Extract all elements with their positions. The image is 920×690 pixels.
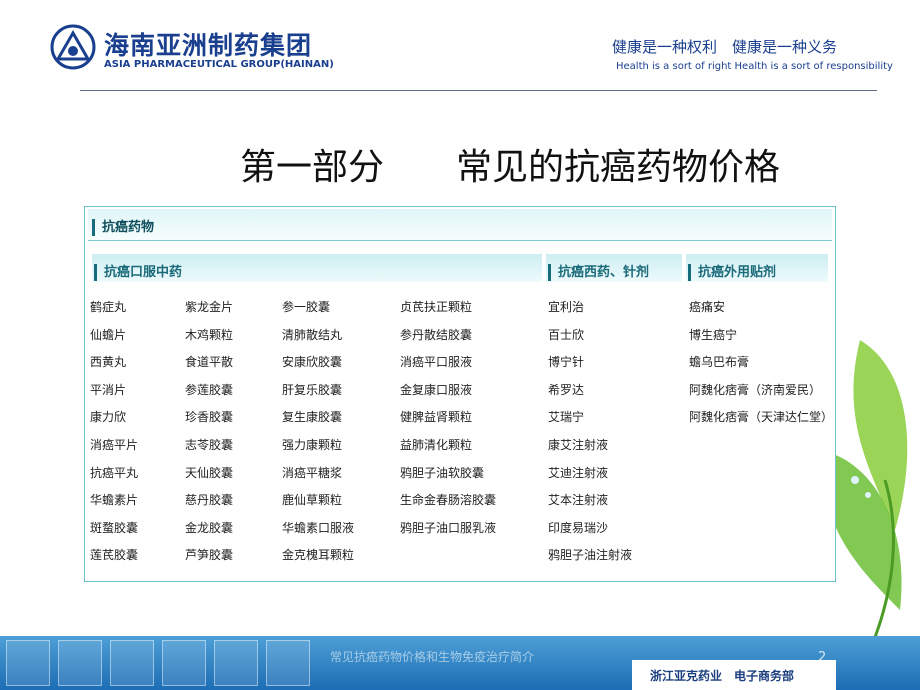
drug-item[interactable]: 蟾乌巴布膏	[689, 349, 833, 377]
drug-item[interactable]: 康艾注射液	[548, 432, 632, 460]
drug-column-3: 参一胶囊 清肺散结丸 安康欣胶囊 肝复乐胶囊 复生康胶囊 强力康颗粒 消癌平糖浆…	[282, 294, 354, 570]
drug-item[interactable]: 金克槐耳颗粒	[282, 542, 354, 570]
section-title-text: 抗癌外用贴剂	[698, 265, 777, 280]
drug-item[interactable]: 慈丹胶囊	[185, 487, 233, 515]
drug-item[interactable]: 鸦胆子油口服乳液	[400, 515, 496, 543]
drug-item[interactable]: 艾迪注射液	[548, 460, 632, 488]
drug-item[interactable]: 健脾益肾颗粒	[400, 404, 496, 432]
drug-item[interactable]: 紫龙金片	[185, 294, 233, 322]
drug-item[interactable]: 金复康口服液	[400, 377, 496, 405]
drug-item[interactable]: 希罗达	[548, 377, 632, 405]
drug-item[interactable]: 鸦胆子油软胶囊	[400, 460, 496, 488]
drug-item[interactable]: 艾瑞宁	[548, 404, 632, 432]
drug-item[interactable]: 西黄丸	[90, 349, 138, 377]
athlete-figure-icon	[58, 640, 102, 686]
drug-item[interactable]: 芦笋胶囊	[185, 542, 233, 570]
drug-column-2: 紫龙金片 木鸡颗粒 食道平散 参莲胶囊 珍香胶囊 志苓胶囊 天仙胶囊 慈丹胶囊 …	[185, 294, 233, 570]
panel-title-text: 抗癌药物	[102, 220, 155, 235]
drug-item[interactable]: 消癌平糖浆	[282, 460, 354, 488]
drug-item[interactable]: 仙蟾片	[90, 322, 138, 350]
athlete-figure-icon	[6, 640, 50, 686]
company-name-cn: 海南亚洲制药集团	[104, 31, 313, 60]
drug-column-1: 鹤症丸 仙蟾片 西黄丸 平消片 康力欣 消癌平片 抗癌平丸 华蟾素片 斑蝥胶囊 …	[90, 294, 138, 570]
slide-title: 第一部分 常见的抗癌药物价格	[240, 147, 781, 188]
drug-item[interactable]: 癌痛安	[689, 294, 833, 322]
drug-item[interactable]: 康力欣	[90, 404, 138, 432]
drug-item[interactable]: 复生康胶囊	[282, 404, 354, 432]
drug-item[interactable]: 博生癌宁	[689, 322, 833, 350]
drug-item[interactable]: 宜利治	[548, 294, 632, 322]
header-divider	[80, 90, 877, 91]
slogan-cn: 健康是一种权利 健康是一种义务	[612, 38, 838, 56]
drug-item[interactable]: 鸦胆子油注射液	[548, 542, 632, 570]
drug-item[interactable]: 博宁针	[548, 349, 632, 377]
slogan-en: Health is a sort of right Health is a so…	[616, 61, 893, 72]
section-title-text: 抗癌口服中药	[104, 265, 183, 280]
athlete-figure-icon	[110, 640, 154, 686]
drug-item[interactable]: 斑蝥胶囊	[90, 515, 138, 543]
drug-item[interactable]: 木鸡颗粒	[185, 322, 233, 350]
drug-item[interactable]: 印度易瑞沙	[548, 515, 632, 543]
footer-company-tag: 浙江亚克药业 电子商务部	[632, 660, 836, 690]
athlete-figure-icon	[162, 640, 206, 686]
panel-header-bar	[88, 209, 832, 241]
drug-column-6: 癌痛安 博生癌宁 蟾乌巴布膏 阿魏化痞膏（济南爱民） 阿魏化痞膏（天津达仁堂）	[689, 294, 833, 432]
section-title-text: 抗癌西药、针剂	[558, 265, 650, 280]
drug-item[interactable]: 艾本注射液	[548, 487, 632, 515]
drug-item[interactable]: 莲芪胶囊	[90, 542, 138, 570]
drug-column-4: 贞芪扶正颗粒 参丹散结胶囊 消癌平口服液 金复康口服液 健脾益肾颗粒 益肺清化颗…	[400, 294, 496, 542]
drug-item[interactable]: 阿魏化痞膏（天津达仁堂）	[689, 404, 833, 432]
drug-item[interactable]: 华蟾素片	[90, 487, 138, 515]
drug-item[interactable]: 强力康颗粒	[282, 432, 354, 460]
section-title-western-injection: 抗癌西药、针剂	[548, 261, 649, 281]
company-name-en: ASIA PHARMACEUTICAL GROUP(HAINAN)	[104, 59, 334, 70]
drug-item[interactable]: 天仙胶囊	[185, 460, 233, 488]
athlete-figure-icon	[214, 640, 258, 686]
company-logo-icon	[50, 24, 96, 70]
section-title-chinese-oral: 抗癌口服中药	[94, 261, 182, 281]
drug-item[interactable]: 珍香胶囊	[185, 404, 233, 432]
drug-item[interactable]: 益肺清化颗粒	[400, 432, 496, 460]
drug-item[interactable]: 阿魏化痞膏（济南爱民）	[689, 377, 833, 405]
drug-item[interactable]: 生命金春肠溶胶囊	[400, 487, 496, 515]
drug-item[interactable]: 清肺散结丸	[282, 322, 354, 350]
drug-item[interactable]: 肝复乐胶囊	[282, 377, 354, 405]
drug-item[interactable]: 百士欣	[548, 322, 632, 350]
footer-company-tag-text: 浙江亚克药业 电子商务部	[650, 669, 795, 683]
drug-item[interactable]: 鹿仙草颗粒	[282, 487, 354, 515]
drug-item[interactable]: 志苓胶囊	[185, 432, 233, 460]
drug-item[interactable]: 平消片	[90, 377, 138, 405]
drug-item[interactable]: 华蟾素口服液	[282, 515, 354, 543]
drug-column-5: 宜利治 百士欣 博宁针 希罗达 艾瑞宁 康艾注射液 艾迪注射液 艾本注射液 印度…	[548, 294, 632, 570]
drug-item[interactable]: 食道平散	[185, 349, 233, 377]
drug-item[interactable]: 抗癌平丸	[90, 460, 138, 488]
drug-item[interactable]: 消癌平片	[90, 432, 138, 460]
drug-item[interactable]: 参莲胶囊	[185, 377, 233, 405]
drug-item[interactable]: 鹤症丸	[90, 294, 138, 322]
athlete-figure-icon	[266, 640, 310, 686]
drug-item[interactable]: 参一胶囊	[282, 294, 354, 322]
section-title-external-patch: 抗癌外用贴剂	[688, 261, 776, 281]
panel-title: 抗癌药物	[92, 216, 154, 236]
drug-item[interactable]: 参丹散结胶囊	[400, 322, 496, 350]
drug-item[interactable]: 安康欣胶囊	[282, 349, 354, 377]
drug-item[interactable]: 消癌平口服液	[400, 349, 496, 377]
drug-item[interactable]: 金龙胶囊	[185, 515, 233, 543]
drug-item[interactable]: 贞芪扶正颗粒	[400, 294, 496, 322]
footer-caption: 常见抗癌药物价格和生物免疫治疗简介	[330, 650, 535, 664]
